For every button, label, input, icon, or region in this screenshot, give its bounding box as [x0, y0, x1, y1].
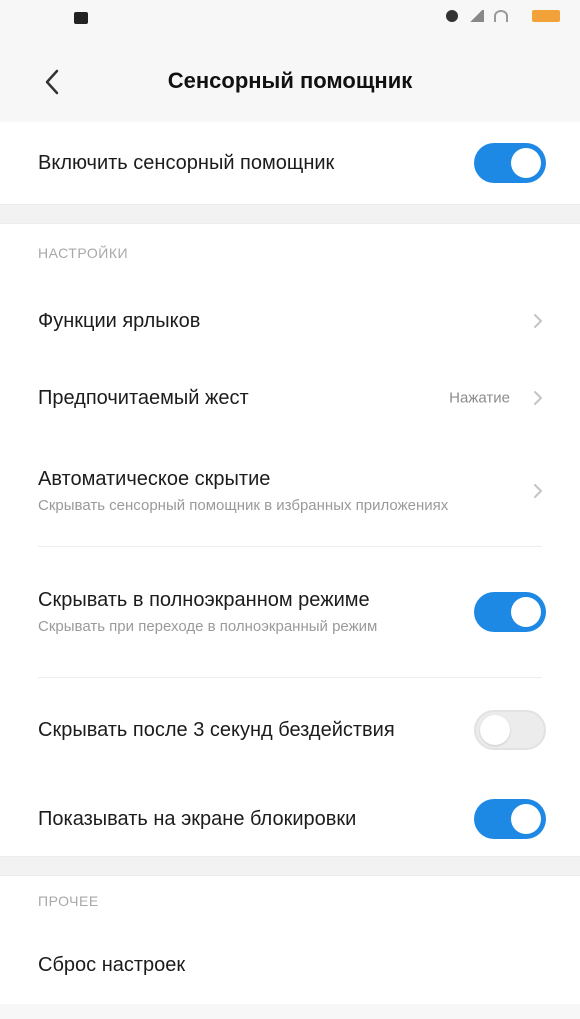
reset-settings-row[interactable]: Сброс настроек	[0, 926, 580, 1004]
section-label-other: ПРОЧЕЕ	[0, 876, 580, 926]
row-title: Функции ярлыков	[38, 310, 201, 332]
row-title: Показывать на экране блокировки	[38, 808, 357, 830]
enable-assistant-label: Включить сенсорный помощник	[38, 152, 335, 174]
enable-assistant-toggle[interactable]	[474, 143, 546, 183]
row-title: Предпочитаемый жест	[38, 387, 249, 409]
signal-icon	[468, 10, 484, 22]
header: Сенсорный помощник	[0, 42, 580, 122]
chevron-right-icon	[534, 314, 542, 328]
toggle-knob	[511, 597, 541, 627]
main-toggle-card: Включить сенсорный помощник	[0, 122, 580, 204]
row-title: Скрывать после 3 секунд бездействия	[38, 719, 395, 741]
toggle-knob	[480, 715, 510, 745]
settings-card: НАСТРОЙКИ Функции ярлыков Предпочитаемый…	[0, 224, 580, 856]
status-bar	[0, 0, 580, 42]
chevron-right-icon	[534, 391, 542, 405]
preferred-gesture-row[interactable]: Предпочитаемый жест Нажатие	[0, 360, 580, 436]
toggle-knob	[511, 148, 541, 178]
hide-fullscreen-row[interactable]: Скрывать в полноэкранном режиме Скрывать…	[0, 547, 580, 677]
status-icons	[446, 10, 560, 22]
hide-fullscreen-toggle[interactable]	[474, 592, 546, 632]
auto-hide-row[interactable]: Автоматическое скрытие Скрывать сенсорны…	[0, 436, 580, 546]
show-lockscreen-toggle[interactable]	[474, 799, 546, 839]
chevron-right-icon	[534, 484, 542, 498]
hide-idle-toggle[interactable]	[474, 710, 546, 750]
hide-idle-row[interactable]: Скрывать после 3 секунд бездействия	[0, 678, 580, 782]
shortcut-functions-row[interactable]: Функции ярлыков	[0, 282, 580, 360]
row-subtitle: Скрывать сенсорный помощник в избранных …	[38, 497, 449, 514]
other-card: ПРОЧЕЕ Сброс настроек	[0, 876, 580, 1004]
toggle-knob	[511, 804, 541, 834]
page-title: Сенсорный помощник	[167, 68, 413, 93]
notification-icon	[74, 12, 88, 24]
row-title: Скрывать в полноэкранном режиме	[38, 589, 370, 611]
wifi-icon	[494, 10, 508, 22]
section-label-settings: НАСТРОЙКИ	[0, 224, 580, 282]
row-title: Автоматическое скрытие	[38, 468, 271, 490]
row-value: Нажатие	[449, 389, 510, 407]
row-subtitle: Скрывать при переходе в полноэкранный ре…	[38, 618, 378, 635]
section-gap	[0, 204, 580, 224]
row-title: Сброс настроек	[38, 954, 186, 976]
enable-assistant-row[interactable]: Включить сенсорный помощник	[0, 122, 580, 204]
alarm-icon	[446, 10, 458, 22]
battery-icon	[532, 10, 560, 22]
show-lockscreen-row[interactable]: Показывать на экране блокировки	[0, 782, 580, 856]
section-gap	[0, 856, 580, 876]
